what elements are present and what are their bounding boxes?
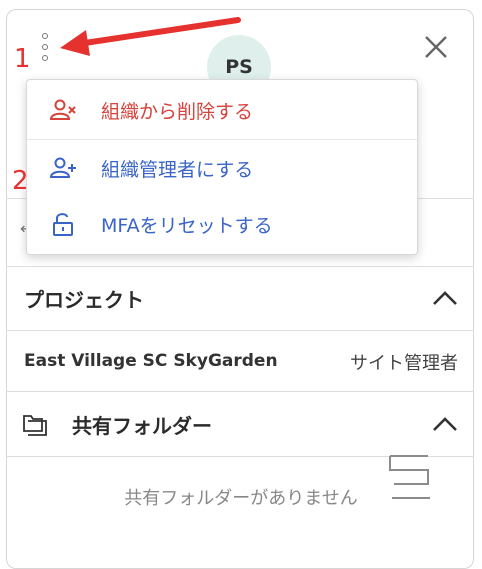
reset-mfa-label: MFAをリセットする xyxy=(101,214,273,237)
folder-icon xyxy=(23,415,47,436)
divider xyxy=(6,330,474,331)
scroll-indicator xyxy=(389,455,430,499)
chevron-up-icon[interactable] xyxy=(432,290,458,306)
close-icon[interactable] xyxy=(422,33,450,61)
annotation-arrow-icon xyxy=(60,17,241,56)
annotation-step-2: 2 xyxy=(12,166,29,196)
annotation-step-1: 1 xyxy=(14,44,31,74)
remove-user-icon xyxy=(49,99,76,120)
add-user-icon xyxy=(49,157,76,178)
chevron-up-icon[interactable] xyxy=(432,416,458,432)
divider xyxy=(6,391,474,392)
shared-folders-section-title: 共有フォルダー xyxy=(72,414,212,438)
project-role: サイト管理者 xyxy=(350,353,458,374)
project-name[interactable]: East Village SC SkyGarden xyxy=(24,351,278,371)
make-org-admin-menu-item[interactable]: 組織管理者にする xyxy=(27,140,417,196)
divider xyxy=(6,266,474,267)
context-menu: 組織から削除する 組織管理者にする MFAをリセットする xyxy=(26,79,418,255)
make-org-admin-label: 組織管理者にする xyxy=(101,158,254,181)
more-options-icon[interactable] xyxy=(38,33,52,61)
projects-section-title: プロジェクト xyxy=(24,288,144,312)
remove-from-org-menu-item[interactable]: 組織から削除する xyxy=(27,82,417,138)
reset-mfa-menu-item[interactable]: MFAをリセットする xyxy=(27,196,417,252)
unlock-icon xyxy=(53,213,73,236)
remove-from-org-label: 組織から削除する xyxy=(101,100,254,123)
